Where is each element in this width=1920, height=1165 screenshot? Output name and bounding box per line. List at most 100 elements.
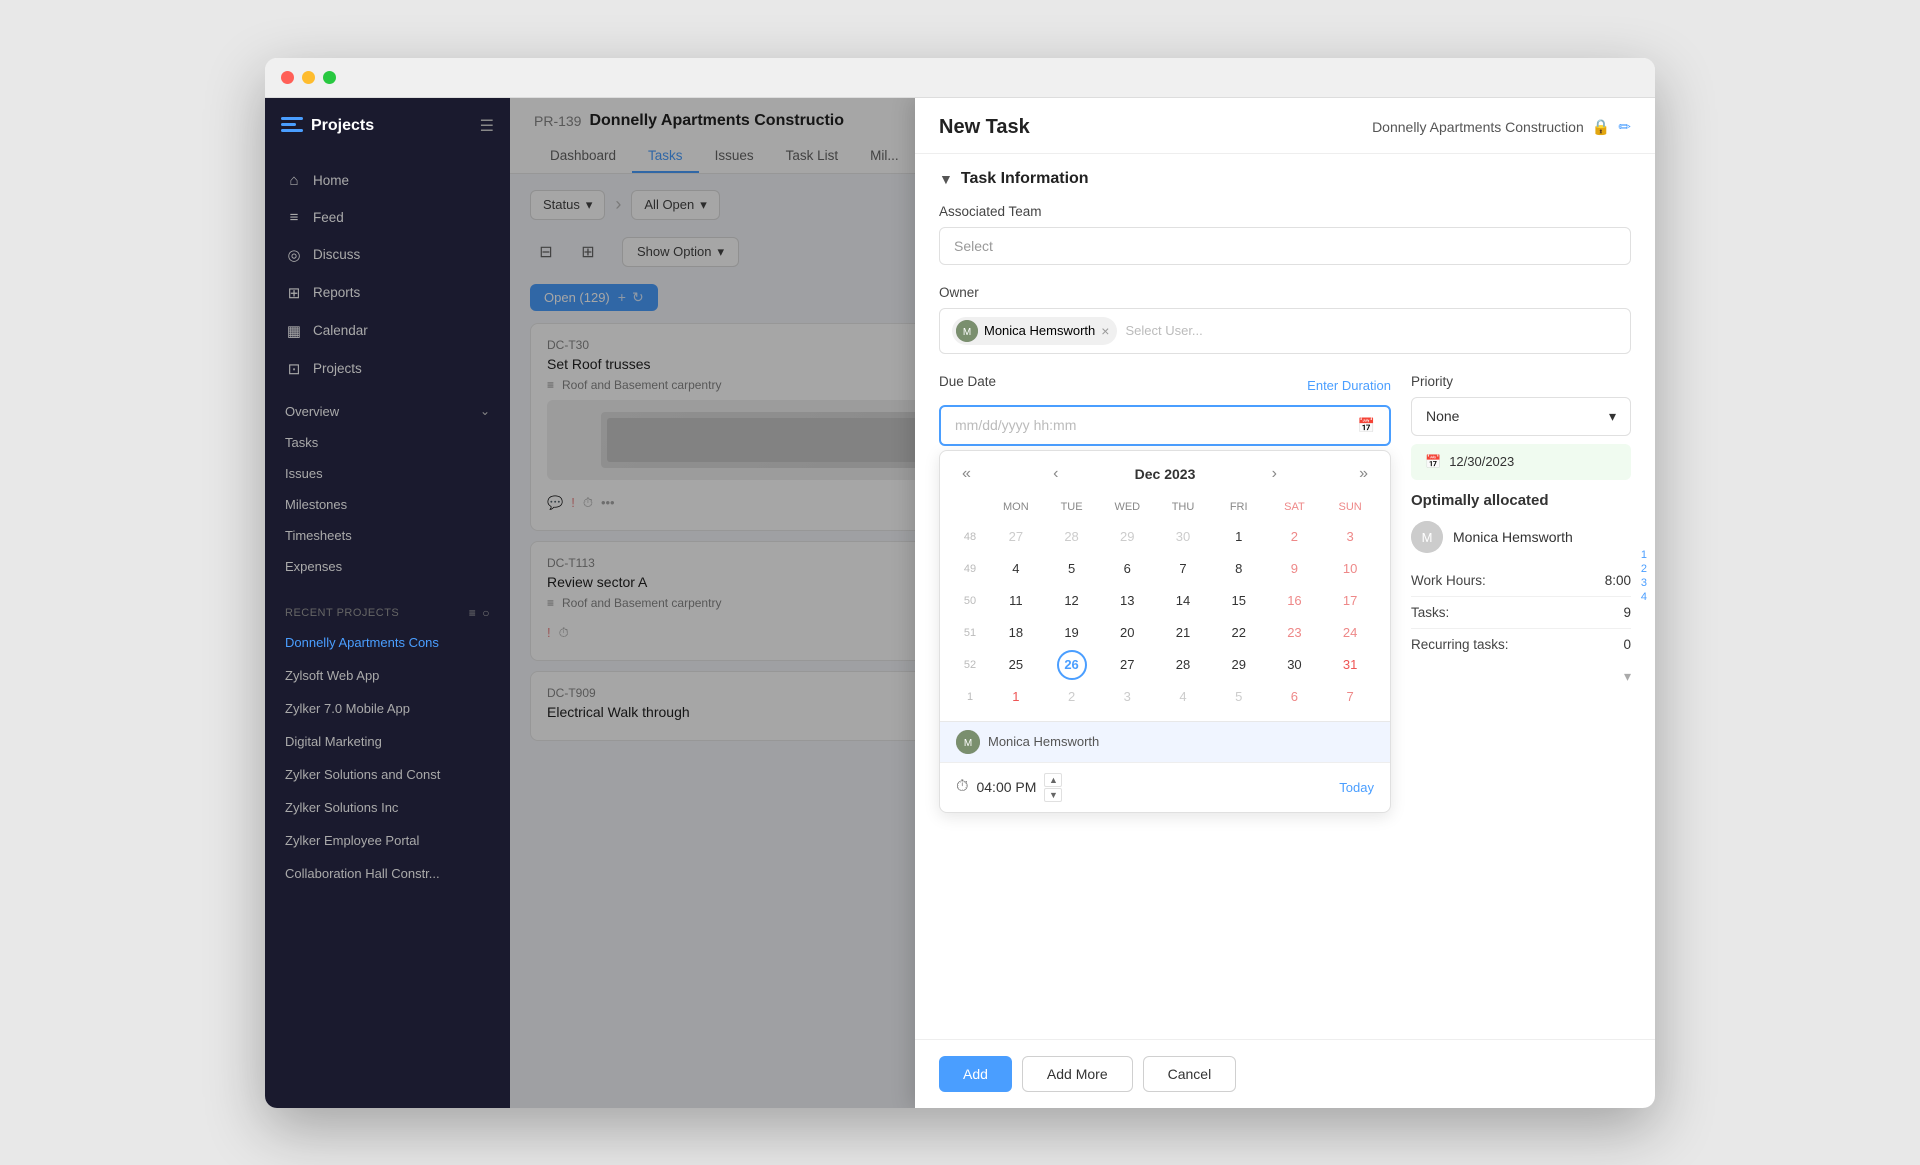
cal-day-w52-3[interactable]: 27 [1112, 650, 1142, 680]
recent-project-zylker-inc[interactable]: Zylker Solutions Inc [265, 791, 510, 824]
panel-header: New Task Donnelly Apartments Constructio… [915, 98, 1655, 154]
cal-day-next-1[interactable]: 1 [1001, 682, 1031, 712]
cal-user-row: M Monica Hemsworth [940, 721, 1390, 762]
owner-remove-button[interactable]: × [1101, 323, 1109, 339]
cancel-button[interactable]: Cancel [1143, 1056, 1237, 1092]
cal-day-w50-5[interactable]: 15 [1224, 586, 1254, 616]
maximize-dot[interactable] [323, 71, 336, 84]
cal-day-w49-6[interactable]: 9 [1279, 554, 1309, 584]
cal-day-w48-7[interactable]: 3 [1335, 522, 1365, 552]
cal-day-w48-1[interactable]: 27 [1001, 522, 1031, 552]
cal-day-w49-3[interactable]: 6 [1112, 554, 1142, 584]
cal-day-w50-7[interactable]: 17 [1335, 586, 1365, 616]
cal-day-next-4[interactable]: 4 [1168, 682, 1198, 712]
recent-project-donnelly[interactable]: Donnelly Apartments Cons [265, 626, 510, 659]
sidebar-item-feed[interactable]: ≡ Feed [265, 199, 510, 236]
sidebar-item-home[interactable]: ⌂ Home [265, 162, 510, 199]
cal-day-w52-1[interactable]: 25 [1001, 650, 1031, 680]
cal-nav: « ‹ Dec 2023 › » [940, 451, 1390, 497]
recent-project-collab[interactable]: Collaboration Hall Constr... [265, 857, 510, 890]
hamburger-icon[interactable]: ☰ [480, 116, 494, 136]
sidebar-item-discuss[interactable]: ◎ Discuss [265, 236, 510, 274]
time-down-button[interactable]: ▼ [1044, 788, 1062, 802]
add-more-button[interactable]: Add More [1022, 1056, 1133, 1092]
sidebar-item-tasks[interactable]: Tasks [265, 427, 510, 458]
cal-day-next-6[interactable]: 6 [1279, 682, 1309, 712]
cal-next-month-btn[interactable]: › [1266, 463, 1283, 485]
cal-day-w51-5[interactable]: 22 [1224, 618, 1254, 648]
cal-day-w49-7[interactable]: 10 [1335, 554, 1365, 584]
discuss-icon: ◎ [285, 246, 303, 264]
cal-day-w50-4[interactable]: 14 [1168, 586, 1198, 616]
sidebar-item-reports[interactable]: ⊞ Reports [265, 274, 510, 312]
cal-day-w50-6[interactable]: 16 [1279, 586, 1309, 616]
cal-day-w51-4[interactable]: 21 [1168, 618, 1198, 648]
owner-label: Owner [939, 285, 1631, 300]
time-up-button[interactable]: ▲ [1044, 773, 1062, 787]
sidebar-item-overview[interactable]: Overview ⌄ [265, 396, 510, 427]
sidebar-item-expenses[interactable]: Expenses [265, 551, 510, 582]
app-body: Projects ☰ ⌂ Home ≡ Feed ◎ Discuss [265, 98, 1655, 1108]
cal-day-w48-6[interactable]: 2 [1279, 522, 1309, 552]
recent-project-zylker-sol[interactable]: Zylker Solutions and Const [265, 758, 510, 791]
cal-tue-header: TUE [1044, 497, 1100, 517]
cal-day-next-5[interactable]: 5 [1224, 682, 1254, 712]
cal-day-next-2[interactable]: 2 [1057, 682, 1087, 712]
cal-day-next-3[interactable]: 3 [1112, 682, 1142, 712]
sidebar-item-projects[interactable]: ⊡ Projects [265, 350, 510, 388]
add-button[interactable]: Add [939, 1056, 1012, 1092]
close-dot[interactable] [281, 71, 294, 84]
cal-next-year-btn[interactable]: » [1353, 463, 1374, 485]
app-window: Projects ☰ ⌂ Home ≡ Feed ◎ Discuss [265, 58, 1655, 1108]
cal-day-w48-4[interactable]: 30 [1168, 522, 1198, 552]
cal-day-w50-1[interactable]: 11 [1001, 586, 1031, 616]
cal-day-w49-1[interactable]: 4 [1001, 554, 1031, 584]
cal-day-w48-5[interactable]: 1 [1224, 522, 1254, 552]
sidebar-item-issues[interactable]: Issues [265, 458, 510, 489]
sidebar-item-calendar[interactable]: ▦ Calendar [265, 312, 510, 350]
cal-day-w52-5[interactable]: 29 [1224, 650, 1254, 680]
cal-day-w49-5[interactable]: 8 [1224, 554, 1254, 584]
cal-day-w48-3[interactable]: 29 [1112, 522, 1142, 552]
priority-label: Priority [1411, 374, 1631, 389]
owner-input[interactable]: M Monica Hemsworth × Select User... [939, 308, 1631, 354]
cal-day-w48-2[interactable]: 28 [1057, 522, 1087, 552]
cal-day-next-7[interactable]: 7 [1335, 682, 1365, 712]
cal-day-w50-2[interactable]: 12 [1057, 586, 1087, 616]
minimize-dot[interactable] [302, 71, 315, 84]
cal-time-stepper: ▲ ▼ [1044, 773, 1062, 802]
cal-day-w51-1[interactable]: 18 [1001, 618, 1031, 648]
cal-day-w52-7[interactable]: 31 [1335, 650, 1365, 680]
cal-prev-month-btn[interactable]: ‹ [1047, 463, 1064, 485]
sidebar-item-timesheets[interactable]: Timesheets [265, 520, 510, 551]
sidebar-item-milestones[interactable]: Milestones [265, 489, 510, 520]
cal-day-w52-6[interactable]: 30 [1279, 650, 1309, 680]
cal-today-button[interactable]: Today [1339, 780, 1374, 795]
cal-mon-header: MON [988, 497, 1044, 517]
associated-team-select[interactable]: Select [939, 227, 1631, 265]
calendar-picker-icon[interactable]: 📅 [1358, 417, 1375, 434]
cal-day-w51-6[interactable]: 23 [1279, 618, 1309, 648]
work-hours-value: 8:00 [1605, 573, 1631, 588]
recent-projects-menu-icon[interactable]: ≡ [469, 606, 477, 620]
section-collapse-icon[interactable]: ▼ [939, 171, 953, 187]
cal-day-w51-3[interactable]: 20 [1112, 618, 1142, 648]
priority-select[interactable]: None ▾ [1411, 397, 1631, 436]
cal-day-w51-2[interactable]: 19 [1057, 618, 1087, 648]
recent-projects-search-icon[interactable]: ○ [482, 606, 490, 620]
optimally-collapse-icon[interactable]: ▾ [1624, 668, 1631, 685]
cal-day-w51-7[interactable]: 24 [1335, 618, 1365, 648]
cal-prev-year-btn[interactable]: « [956, 463, 977, 485]
cal-day-w52-4[interactable]: 28 [1168, 650, 1198, 680]
date-input[interactable]: mm/dd/yyyy hh:mm 📅 [939, 405, 1391, 446]
enter-duration-link[interactable]: Enter Duration [1307, 378, 1391, 393]
recent-project-digital[interactable]: Digital Marketing [265, 725, 510, 758]
edit-icon[interactable]: ✏ [1618, 118, 1631, 136]
recent-project-zylsoft[interactable]: Zylsoft Web App [265, 659, 510, 692]
cal-day-w50-3[interactable]: 13 [1112, 586, 1142, 616]
cal-day-w49-2[interactable]: 5 [1057, 554, 1087, 584]
cal-day-w49-4[interactable]: 7 [1168, 554, 1198, 584]
recent-project-zylker70[interactable]: Zylker 7.0 Mobile App [265, 692, 510, 725]
cal-day-w52-2[interactable]: 26 [1057, 650, 1087, 680]
recent-project-zylker-emp[interactable]: Zylker Employee Portal [265, 824, 510, 857]
